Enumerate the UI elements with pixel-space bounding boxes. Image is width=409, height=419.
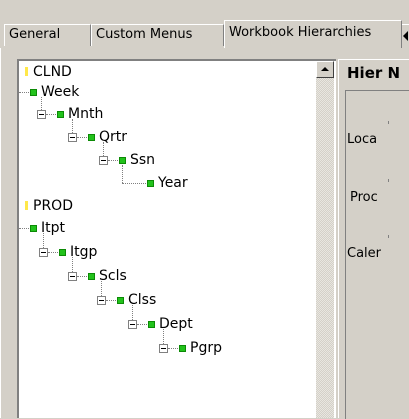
tree-connector (137, 324, 147, 326)
tree-connector (168, 348, 178, 350)
tree-node-scls[interactable]: Scls (99, 266, 127, 286)
tree-connector (41, 97, 43, 110)
tree-content: CLND Week Mnth Qrtr Ssn Year PROD Itpt I… (19, 61, 336, 418)
tab-bar: General Custom Menus Workbook Hierarchie… (0, 0, 409, 50)
leaf-node-icon (179, 345, 186, 352)
tree-connector (106, 300, 116, 302)
leaf-node-icon (59, 249, 66, 256)
tree-connector (163, 329, 165, 344)
tree-connector (43, 233, 45, 248)
tab-workbook-hierarchies-label: Workbook Hierarchies (229, 25, 372, 40)
collapse-icon[interactable] (128, 320, 137, 329)
vertical-scrollbar[interactable] (316, 78, 334, 418)
root-marker-icon (25, 201, 28, 210)
tab-general-label: General (9, 27, 61, 42)
tree-connector (19, 92, 29, 94)
root-marker-icon (25, 67, 28, 76)
tree-node-pgrp[interactable]: Pgrp (190, 338, 222, 358)
tree-connector (103, 142, 105, 156)
tab-panel: CLND Week Mnth Qrtr Ssn Year PROD Itpt I… (0, 48, 409, 419)
leaf-node-icon (88, 273, 95, 280)
leaf-node-icon (119, 157, 126, 164)
collapse-icon[interactable] (99, 156, 108, 165)
tab-workbook-hierarchies[interactable]: Workbook Hierarchies (224, 20, 402, 48)
tree-connector (72, 119, 74, 133)
leaf-node-icon (30, 225, 37, 232)
tree-connector (108, 160, 118, 162)
tree-connector (122, 165, 124, 183)
leaf-node-icon (88, 134, 95, 141)
divider-tick (388, 179, 389, 182)
tree-connector (122, 183, 146, 185)
divider-tick (388, 235, 389, 238)
tree-connector (77, 276, 87, 278)
leaf-node-icon (57, 111, 64, 118)
detail-label-calendar: Caler (347, 246, 381, 261)
hierarchy-tree[interactable]: CLND Week Mnth Qrtr Ssn Year PROD Itpt I… (17, 59, 336, 418)
tree-node-ssn[interactable]: Ssn (130, 150, 155, 170)
tree-node-label: PROD (33, 198, 73, 214)
tree-connector (48, 252, 58, 254)
chevron-left-icon (403, 31, 408, 41)
tree-connector (101, 281, 103, 296)
tree-node-week[interactable]: Week (41, 82, 79, 102)
leaf-node-icon (117, 297, 124, 304)
tree-node-label: CLND (33, 64, 72, 80)
collapse-icon[interactable] (39, 248, 48, 257)
arrow-up-icon (321, 67, 329, 71)
tree-node-label: Scls (99, 268, 127, 284)
tree-connector (72, 257, 74, 272)
scroll-up-button[interactable] (316, 61, 334, 78)
tree-connector (19, 228, 29, 230)
tree-connector (132, 305, 134, 320)
tree-node-year[interactable]: Year (158, 173, 188, 193)
tree-node-label: Year (158, 175, 188, 191)
collapse-icon[interactable] (37, 110, 46, 119)
tab-general[interactable]: General (4, 24, 91, 46)
leaf-node-icon (30, 89, 37, 96)
detail-label-product: Proc (350, 190, 378, 205)
collapse-icon[interactable] (68, 133, 77, 142)
divider-tick (388, 121, 389, 124)
tree-connector (46, 114, 56, 116)
tab-custom-menus[interactable]: Custom Menus (91, 24, 224, 46)
leaf-node-icon (148, 321, 155, 328)
tree-node-itgp[interactable]: Itgp (70, 242, 97, 262)
detail-frame: Loca Proc Caler (345, 90, 409, 419)
collapse-icon[interactable] (159, 344, 168, 353)
tree-node-clnd[interactable]: CLND (25, 62, 72, 82)
tree-node-label: Ssn (130, 152, 156, 168)
collapse-icon[interactable] (68, 272, 77, 281)
tree-node-label: Week (41, 84, 80, 100)
panel-title: Hier N (347, 64, 401, 82)
tab-custom-menus-label: Custom Menus (96, 27, 193, 42)
tree-connector (77, 137, 87, 139)
tree-node-label: Itgp (70, 244, 98, 260)
tree-node-prod[interactable]: PROD (25, 196, 73, 216)
tree-node-label: Pgrp (190, 340, 222, 356)
collapse-icon[interactable] (97, 296, 106, 305)
detail-label-location: Loca (347, 132, 378, 147)
leaf-node-icon (147, 180, 154, 187)
hierarchy-detail-panel: Hier N Loca Proc Caler (338, 59, 409, 419)
